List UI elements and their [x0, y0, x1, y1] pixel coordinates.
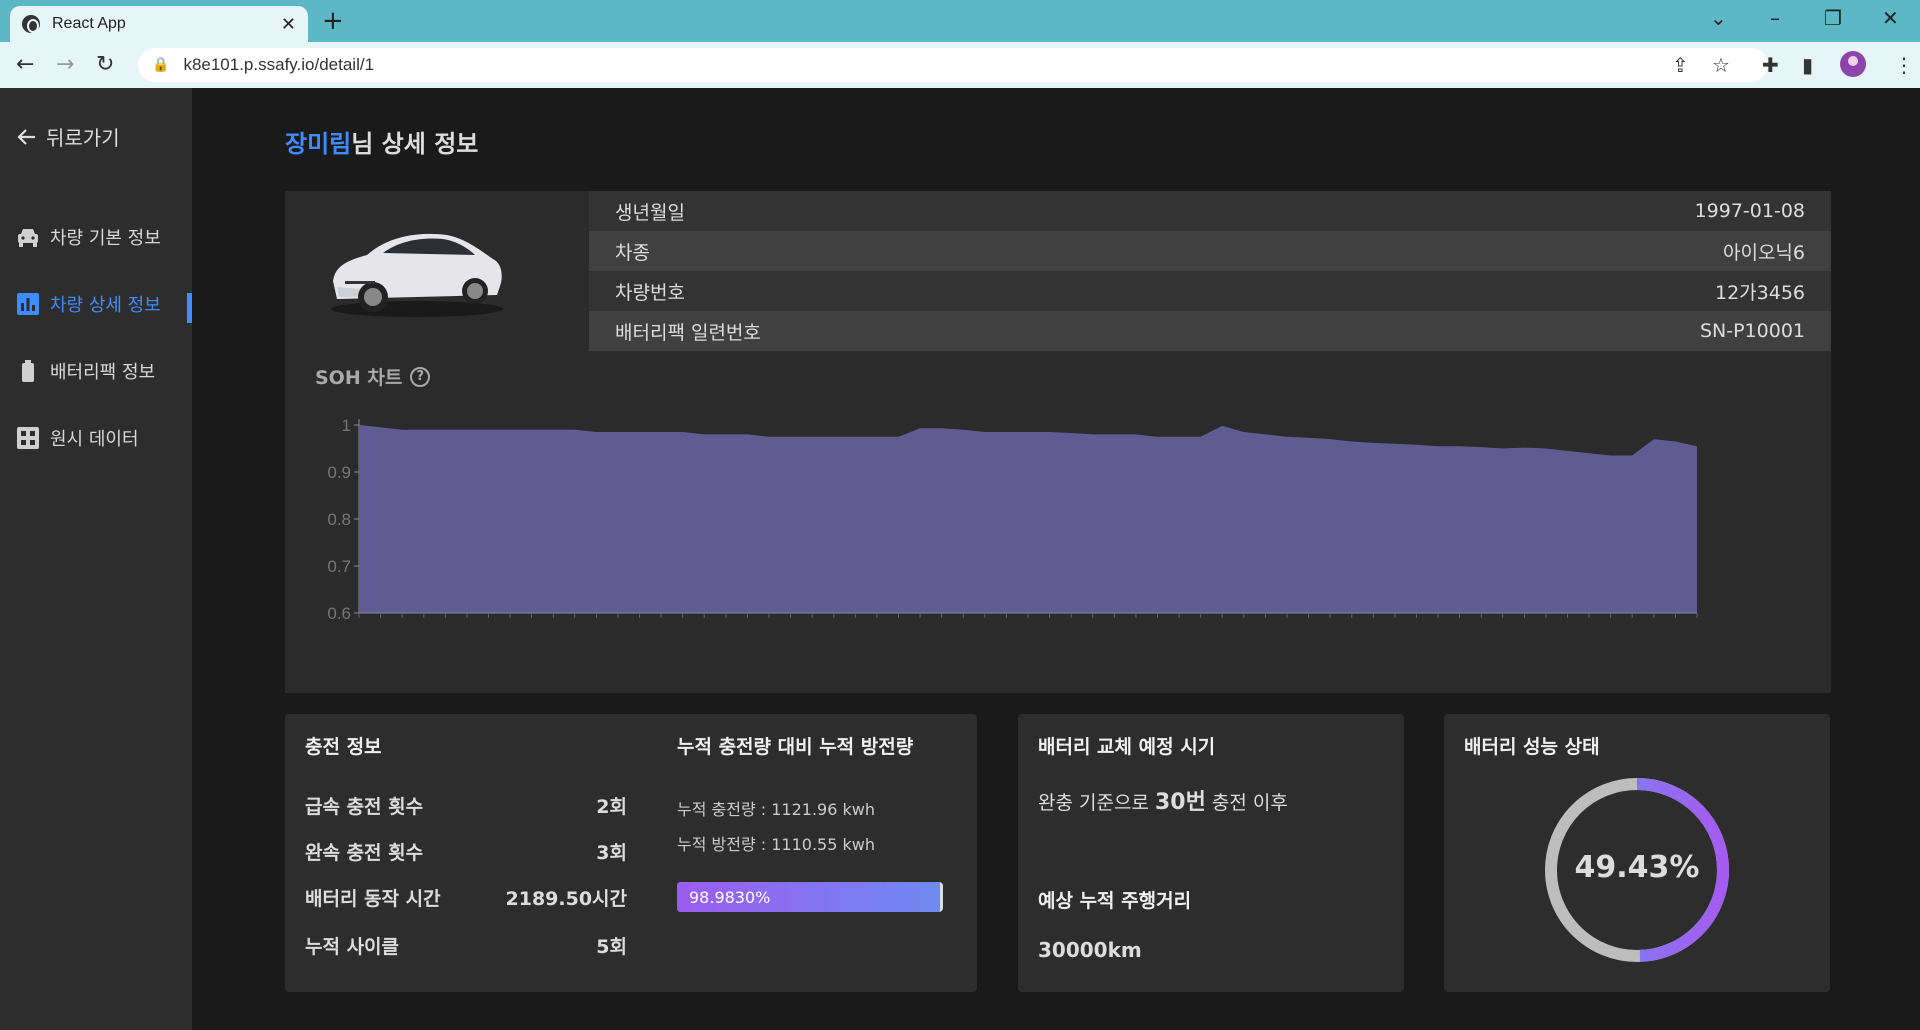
title-suffix: 님 상세 정보 [351, 130, 479, 158]
restore-icon[interactable]: ❐ [1824, 6, 1842, 30]
back-label: 뒤로가기 [46, 126, 120, 150]
react-favicon-icon [22, 15, 40, 33]
back-link[interactable]: 뒤로가기 [16, 122, 120, 151]
car-icon [18, 229, 38, 247]
vehicle-info-table: 생년월일 1997-01-08 차종 아이오닉6 차량번호 12가3456 배터리팩 … [589, 191, 1831, 351]
battery-replace-card: 배터리 교체 예정 시기 완충 기준으로 30번 충전 이후 예상 누적 주행거… [1018, 714, 1404, 992]
sidebar-item-label: 차량 상세 정보 [50, 295, 161, 316]
distance-value: 30000km [1038, 938, 1142, 962]
close-tab-icon[interactable]: ✕ [281, 14, 296, 35]
minimize-icon[interactable]: – [1770, 6, 1780, 30]
info-label: 차종 [615, 241, 650, 264]
info-label: 배터리팩 일련번호 [615, 321, 761, 344]
battery-health-card: 배터리 성능 상태 49.43% [1444, 714, 1830, 992]
charge-row: 급속 충전 횟수 2회 [305, 792, 627, 819]
ratio-progress-bar: 98.9830% [677, 882, 943, 912]
user-name: 장미림 [285, 130, 352, 158]
sidebar-item-label: 원시 데이터 [50, 429, 139, 450]
info-value: 12가3456 [1714, 281, 1805, 304]
side-panel-icon[interactable]: ▮ [1802, 53, 1813, 77]
window-close-icon[interactable]: ✕ [1882, 6, 1899, 30]
discharged-amount: 누적 방전량 : 1110.55 kwh [677, 835, 875, 854]
new-tab-button[interactable]: + [322, 8, 344, 34]
charge-value: 2189.50시간 [505, 888, 628, 910]
info-value: SN-P10001 [1699, 320, 1805, 342]
url-input[interactable]: 🔒 k8e101.p.ssafy.io/detail/1 [138, 48, 1768, 82]
bar-chart-icon [17, 293, 39, 315]
y-tick-label: 0.6 [327, 604, 351, 623]
charge-label: 누적 사이클 [305, 936, 400, 958]
ratio-title: 누적 충전량 대비 누적 방전량 [677, 736, 914, 758]
y-tick-label: 0.7 [327, 557, 351, 576]
menu-kebab-icon[interactable]: ⋮ [1894, 53, 1914, 77]
info-label: 차량번호 [615, 281, 685, 304]
distance-title: 예상 누적 주행거리 [1038, 890, 1192, 912]
charge-info-card: 충전 정보 급속 충전 횟수 2회 완속 충전 횟수 3회 배터리 동작 시간 218… [285, 714, 977, 992]
y-tick-label: 0.9 [327, 463, 351, 482]
soh-area [359, 425, 1697, 613]
arrow-left-icon [17, 128, 35, 145]
charge-label: 배터리 동작 시간 [305, 888, 441, 910]
sidebar-item-raw-data[interactable]: 원시 데이터 [16, 425, 192, 451]
extensions-puzzle-icon[interactable]: ✚ [1762, 53, 1779, 77]
info-row: 차종 아이오닉6 [589, 231, 1831, 271]
soh-title-text: SOH 차트 [315, 367, 403, 389]
y-tick-label: 1 [342, 416, 351, 435]
soh-chart-title: SOH 차트 ? [315, 363, 431, 390]
info-row: 배터리팩 일련번호 SN-P10001 [589, 311, 1831, 351]
replace-suffix: 충전 이후 [1211, 792, 1288, 814]
replace-count: 30번 [1154, 790, 1206, 815]
charged-amount: 누적 충전량 : 1121.96 kwh [677, 800, 875, 819]
share-icon[interactable]: ⇪ [1672, 53, 1689, 77]
y-tick-label: 0.8 [327, 510, 351, 529]
charge-row: 배터리 동작 시간 2189.50시간 [305, 884, 627, 911]
profile-avatar[interactable] [1840, 51, 1866, 77]
forward-arrow-icon[interactable]: → [56, 52, 74, 78]
ratio-label: 98.9830% [689, 887, 771, 907]
browser-tab[interactable]: React App ✕ [10, 6, 308, 42]
sidebar: 뒤로가기 차량 기본 정보 차량 상세 정보 배터리팩 정보 원시 데이터 [0, 88, 192, 1030]
info-value: 아이오닉6 [1722, 241, 1805, 264]
charge-row: 누적 사이클 5회 [305, 932, 627, 959]
info-row: 생년월일 1997-01-08 [589, 191, 1831, 231]
replace-title: 배터리 교체 예정 시기 [1038, 736, 1216, 758]
tab-search-icon[interactable]: ⌄ [1710, 6, 1727, 30]
replace-prefix: 완충 기준으로 [1038, 792, 1149, 814]
page-title: 장미림님 상세 정보 [285, 124, 478, 159]
lock-icon: 🔒 [152, 57, 170, 73]
sidebar-item-battery-pack[interactable]: 배터리팩 정보 [16, 358, 192, 384]
reload-icon[interactable]: ↻ [96, 52, 114, 78]
main-content: 장미림님 상세 정보 생년월일 1997-01-08 차종 아이오닉6 차량번호 12… [192, 88, 1920, 1030]
help-icon[interactable]: ? [410, 366, 431, 387]
charge-label: 완속 충전 횟수 [305, 842, 424, 864]
vehicle-info-card: 생년월일 1997-01-08 차종 아이오닉6 차량번호 12가3456 배터리팩 … [285, 191, 1831, 693]
charge-label: 급속 충전 횟수 [305, 796, 424, 818]
charge-title: 충전 정보 [305, 736, 382, 758]
replace-text: 완충 기준으로 30번 충전 이후 [1038, 784, 1288, 816]
info-row: 차량번호 12가3456 [589, 271, 1831, 311]
back-arrow-icon[interactable]: ← [16, 52, 34, 78]
sidebar-item-detail-info[interactable]: 차량 상세 정보 [16, 291, 192, 317]
charge-value: 3회 [596, 842, 627, 864]
ratio-progress-fill: 98.9830% [677, 882, 941, 912]
tab-title: React App [52, 15, 126, 32]
info-value: 1997-01-08 [1694, 200, 1805, 222]
info-label: 생년월일 [615, 201, 685, 224]
charge-row: 완속 충전 횟수 3회 [305, 838, 627, 865]
bookmark-star-icon[interactable]: ☆ [1712, 53, 1730, 77]
url-text: k8e101.p.ssafy.io/detail/1 [183, 55, 375, 74]
battery-icon [22, 360, 34, 382]
charge-value: 5회 [596, 936, 627, 958]
charge-value: 2회 [596, 796, 627, 818]
health-percent: 49.43% [1574, 850, 1700, 885]
browser-tabbar: React App ✕ + ⌄ – ❐ ✕ [0, 0, 1920, 42]
grid-icon [17, 427, 39, 449]
sidebar-item-basic-info[interactable]: 차량 기본 정보 [16, 224, 192, 250]
car-image [331, 233, 503, 317]
soh-chart: 1 0.9 0.8 0.7 0.6 [327, 416, 1698, 623]
sidebar-item-label: 배터리팩 정보 [50, 362, 156, 383]
sidebar-item-label: 차량 기본 정보 [50, 228, 161, 249]
